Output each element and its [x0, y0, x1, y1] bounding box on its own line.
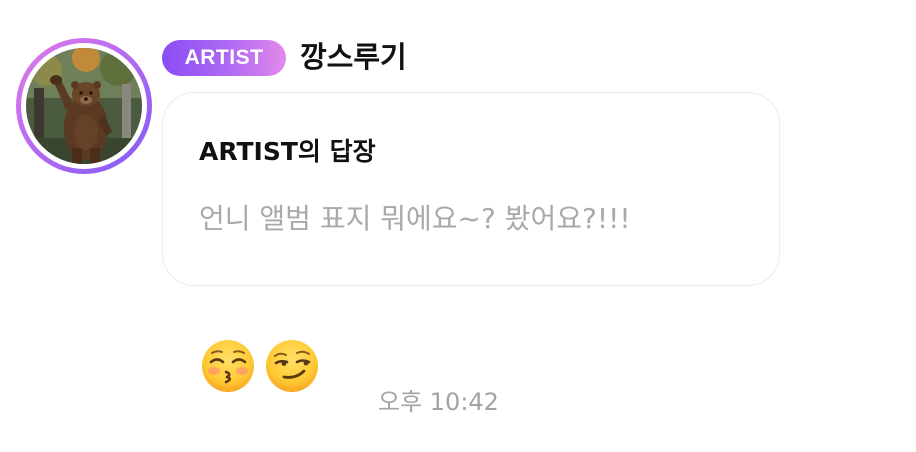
chat-message: ARTIST 깡스루기 ARTIST의 답장 언니 앨범 표지 뭐에요~? 봤어… [0, 0, 916, 452]
artist-badge: ARTIST [162, 40, 286, 76]
emoji-message[interactable] [200, 338, 320, 394]
reply-title: ARTIST의 답장 [199, 137, 376, 166]
reply-quote-card[interactable]: ARTIST의 답장 언니 앨범 표지 뭐에요~? 봤어요?!!! [162, 92, 780, 286]
avatar-ring[interactable] [16, 38, 152, 174]
kissing-closed-eyes-emoji-icon [200, 338, 256, 394]
sender-nickname[interactable]: 깡스루기 [300, 36, 407, 78]
smirking-face-emoji-icon [264, 338, 320, 394]
quoted-message: 언니 앨범 표지 뭐에요~? 봤어요?!!! [199, 202, 631, 235]
message-timestamp: 오후 10:42 [378, 388, 499, 416]
bear-photo-avatar-icon [26, 48, 142, 164]
avatar[interactable] [26, 48, 142, 164]
